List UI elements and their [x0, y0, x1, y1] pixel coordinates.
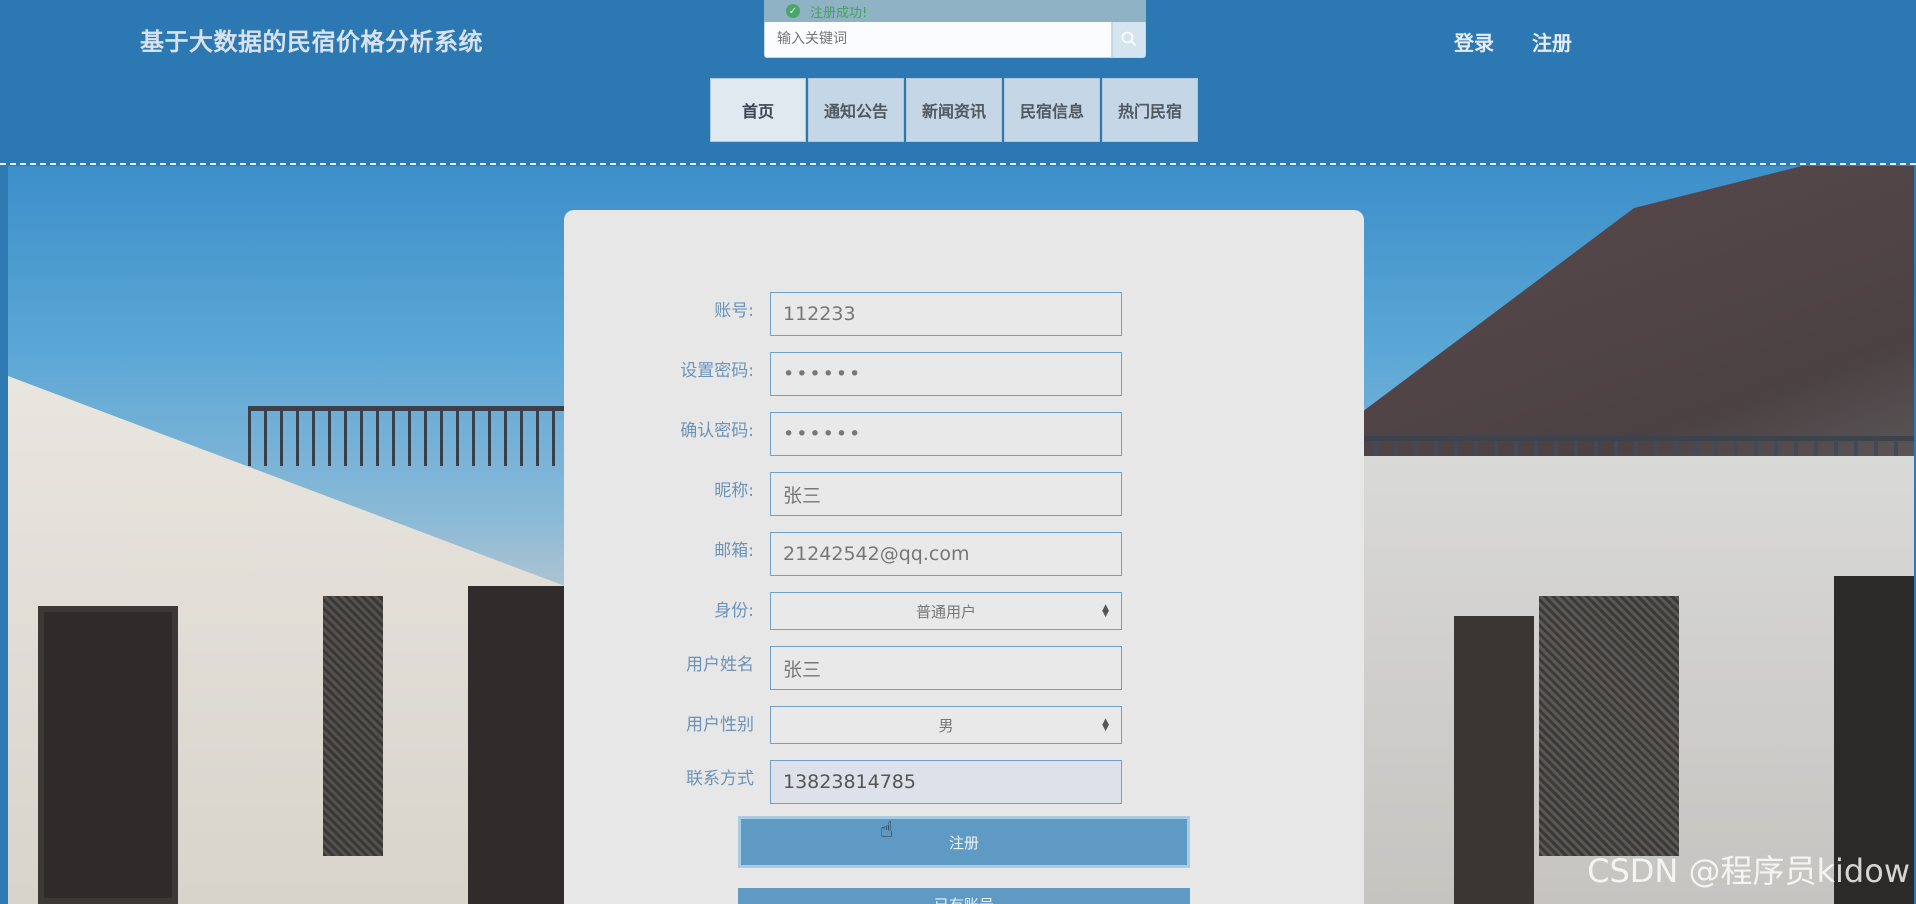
gender-select-value: 男	[938, 716, 954, 735]
header-divider	[0, 163, 1916, 165]
top-links: 登录 注册	[1454, 27, 1572, 56]
email-row: 邮箱: 21242542@qq.com	[564, 532, 1364, 576]
identity-label: 身份:	[714, 601, 754, 621]
login-link[interactable]: 登录	[1454, 27, 1494, 56]
nav-item-home[interactable]: 首页	[710, 78, 806, 142]
real-name-label: 用户姓名	[686, 655, 754, 675]
search-bar	[764, 20, 1146, 58]
gender-label: 用户性别	[686, 715, 754, 735]
already-have-account-button[interactable]: 已有账号	[738, 888, 1190, 904]
scene-railing-left	[248, 406, 568, 466]
nav-item-notices[interactable]: 通知公告	[808, 78, 904, 142]
header: 基于大数据的民宿价格分析系统 ✓ 注册成功! 登录 注册 首页 通知公告 新闻资…	[0, 0, 1916, 165]
success-toast: ✓ 注册成功!	[764, 0, 1146, 22]
updown-arrows-icon: ▲ ▼	[1102, 717, 1109, 733]
scene-mesh-left	[323, 596, 383, 856]
check-circle-icon: ✓	[786, 4, 800, 18]
scene-mesh-right	[1539, 596, 1679, 856]
site-title: 基于大数据的民宿价格分析系统	[140, 28, 483, 56]
account-input[interactable]: 112233	[770, 292, 1122, 336]
search-input[interactable]	[764, 20, 1112, 58]
nickname-input[interactable]: 张三	[770, 472, 1122, 516]
search-button[interactable]	[1112, 20, 1146, 58]
phone-label: 联系方式	[686, 769, 754, 789]
register-form-card: 账号: 112233 设置密码: •••••• 确认密码: •••••• 昵称:…	[564, 210, 1364, 904]
scene-door-left	[38, 606, 178, 904]
gender-row: 用户性别 男 ▲ ▼	[564, 706, 1364, 744]
nickname-label: 昵称:	[714, 481, 754, 501]
gender-select[interactable]: 男 ▲ ▼	[770, 706, 1122, 744]
scene-door-right	[1454, 616, 1534, 904]
phone-row: 联系方式 13823814785	[564, 760, 1364, 804]
password-input[interactable]: ••••••	[770, 352, 1122, 396]
search-icon	[1121, 31, 1137, 47]
hand-cursor-icon: ☝	[880, 818, 894, 843]
real-name-input[interactable]: 张三	[770, 646, 1122, 690]
nav-item-popular-homestay[interactable]: 热门民宿	[1102, 78, 1198, 142]
confirm-password-label: 确认密码:	[680, 421, 754, 441]
register-submit-button[interactable]: 注册	[738, 816, 1190, 868]
identity-select[interactable]: 普通用户 ▲ ▼	[770, 592, 1122, 630]
identity-select-value: 普通用户	[915, 602, 976, 621]
nav-item-news[interactable]: 新闻资讯	[906, 78, 1002, 142]
updown-arrows-icon: ▲ ▼	[1102, 603, 1109, 619]
email-input[interactable]: 21242542@qq.com	[770, 532, 1122, 576]
main-nav: 首页 通知公告 新闻资讯 民宿信息 热门民宿	[710, 78, 1198, 142]
toast-text: 注册成功!	[810, 5, 868, 21]
account-row: 账号: 112233	[564, 292, 1364, 336]
confirm-password-row: 确认密码: ••••••	[564, 412, 1364, 456]
email-label: 邮箱:	[714, 541, 754, 561]
register-link[interactable]: 注册	[1532, 27, 1572, 56]
phone-input[interactable]: 13823814785	[770, 760, 1122, 804]
real-name-row: 用户姓名 张三	[564, 646, 1364, 690]
password-label: 设置密码:	[680, 361, 754, 381]
password-row: 设置密码: ••••••	[564, 352, 1364, 396]
watermark: CSDN @程序员kidow	[1587, 852, 1910, 890]
nickname-row: 昵称: 张三	[564, 472, 1364, 516]
nav-item-homestay-info[interactable]: 民宿信息	[1004, 78, 1100, 142]
identity-row: 身份: 普通用户 ▲ ▼	[564, 592, 1364, 630]
scene-door-left-2	[468, 586, 568, 904]
account-label: 账号:	[714, 301, 754, 321]
confirm-password-input[interactable]: ••••••	[770, 412, 1122, 456]
